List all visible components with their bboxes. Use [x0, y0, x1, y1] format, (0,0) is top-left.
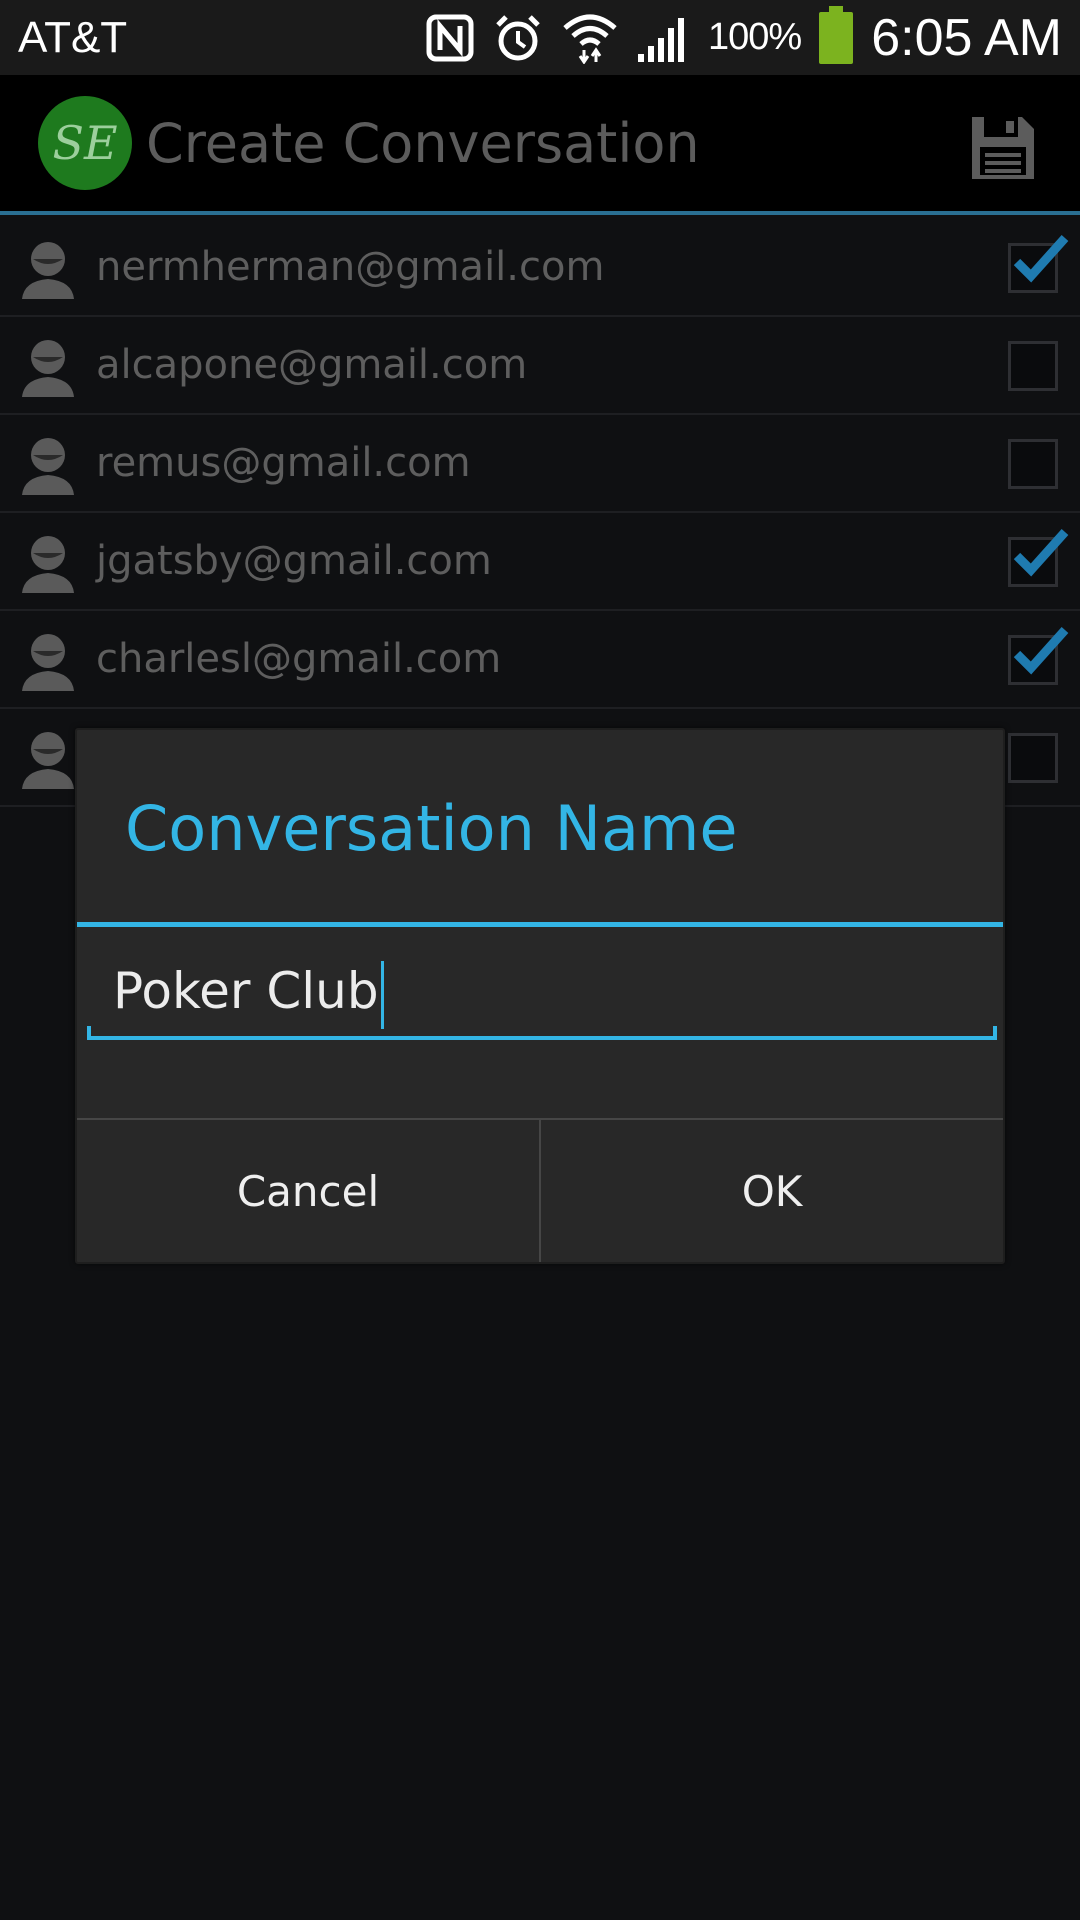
- wifi-icon: [563, 14, 617, 64]
- app-logo[interactable]: SE: [38, 96, 132, 190]
- list-item[interactable]: jgatsby@gmail.com: [0, 513, 1080, 611]
- conversation-name-input[interactable]: Poker Club: [87, 956, 997, 1040]
- person-icon: [22, 536, 74, 593]
- alarm-icon: [496, 14, 540, 60]
- input-value: Poker Club: [113, 962, 379, 1020]
- action-bar: SE Create Conversation: [0, 75, 1080, 215]
- contact-checkbox[interactable]: [1008, 733, 1058, 783]
- clock: 6:05 AM: [871, 8, 1062, 67]
- conversation-name-dialog: Conversation Name Poker Club Cancel OK: [75, 728, 1005, 1264]
- person-icon: [22, 634, 74, 691]
- battery-percent: 100%: [708, 16, 802, 58]
- contact-checkbox[interactable]: [1008, 528, 1069, 587]
- dialog-buttons: Cancel OK: [77, 1118, 1003, 1262]
- status-icons: 100% 6:05 AM: [426, 5, 1062, 68]
- person-icon: [22, 340, 74, 397]
- status-bar: AT&T 100% 6:05 AM: [0, 0, 1080, 75]
- list-item[interactable]: remus@gmail.com: [0, 415, 1080, 513]
- checkmark-icon: [1013, 626, 1069, 675]
- battery-icon: [819, 5, 854, 64]
- list-item[interactable]: alcapone@gmail.com: [0, 317, 1080, 415]
- ok-button[interactable]: OK: [541, 1120, 1003, 1262]
- input-text: Poker Club: [113, 956, 384, 1029]
- person-icon: [22, 242, 74, 299]
- list-item[interactable]: charlesl@gmail.com: [0, 611, 1080, 709]
- text-caret: [380, 960, 384, 1029]
- dialog-divider: [77, 922, 1003, 927]
- list-item[interactable]: nermherman@gmail.com: [0, 219, 1080, 317]
- input-underline: [87, 1026, 997, 1040]
- person-icon: [22, 732, 74, 789]
- contact-checkbox[interactable]: [1008, 439, 1058, 489]
- contact-list: nermherman@gmail.com alcapone@gmail.com: [0, 219, 1080, 807]
- contact-email: charlesl@gmail.com: [96, 636, 502, 682]
- page-title: Create Conversation: [146, 111, 700, 175]
- nfc-icon: [426, 14, 474, 61]
- checkmark-icon: [1013, 234, 1069, 283]
- contact-checkbox[interactable]: [1008, 234, 1069, 293]
- checkmark-icon: [1013, 528, 1069, 577]
- contact-email: remus@gmail.com: [96, 440, 471, 486]
- carrier-label: AT&T: [18, 12, 128, 62]
- contact-checkbox[interactable]: [1008, 626, 1069, 685]
- person-icon: [22, 438, 74, 495]
- dialog-title: Conversation Name: [125, 792, 738, 865]
- contact-email: nermherman@gmail.com: [96, 244, 605, 290]
- signal-icon: [638, 17, 684, 62]
- contact-email: jgatsby@gmail.com: [96, 538, 492, 584]
- screen: AT&T 100% 6:05 AM SE Create Conversation…: [0, 0, 1080, 1920]
- contact-checkbox[interactable]: [1008, 341, 1058, 391]
- contact-email: alcapone@gmail.com: [96, 342, 528, 388]
- save-icon[interactable]: [968, 113, 1038, 183]
- cancel-button[interactable]: Cancel: [77, 1120, 541, 1262]
